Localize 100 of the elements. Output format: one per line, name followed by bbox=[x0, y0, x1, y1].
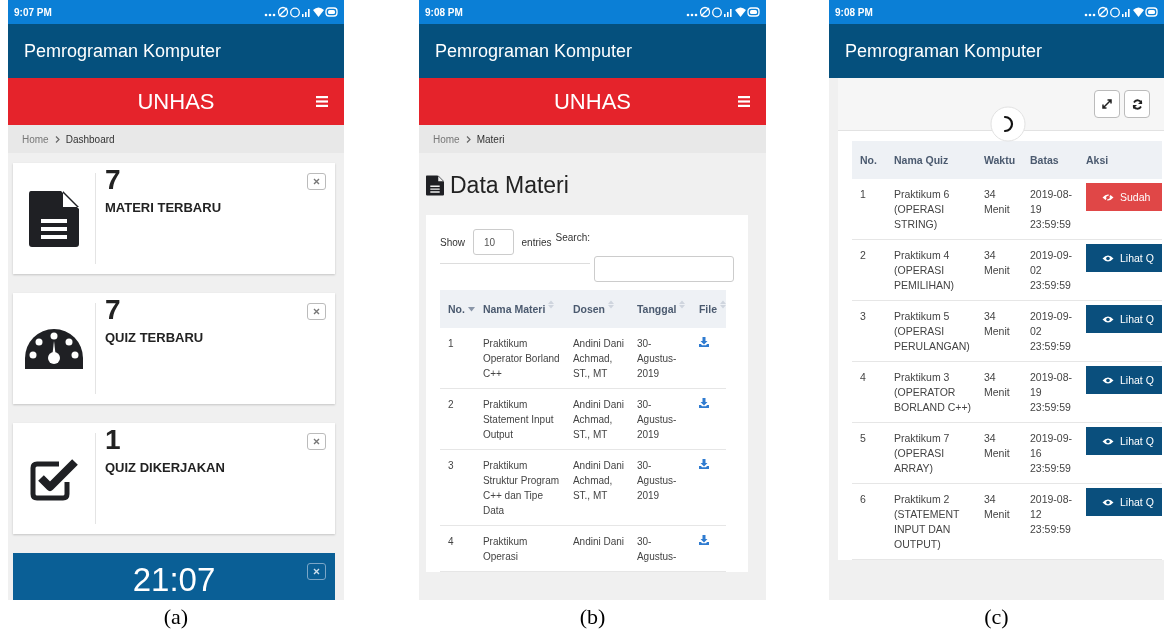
table-cell: 1 bbox=[860, 188, 866, 200]
figure-caption: (b) bbox=[579, 604, 606, 630]
refresh-icon[interactable] bbox=[1131, 98, 1143, 110]
view-quiz-button[interactable]: Lihat Q bbox=[1086, 488, 1162, 516]
close-icon[interactable] bbox=[313, 178, 320, 185]
table-cell: 2019-09-16 23:59:59 bbox=[1030, 432, 1073, 474]
status-time: 9:07 PM bbox=[14, 6, 52, 18]
table-cell: 2019-08-19 23:59:59 bbox=[1030, 371, 1073, 413]
column-header: Batas bbox=[1030, 154, 1059, 166]
expand-button[interactable] bbox=[1094, 90, 1120, 118]
eye-icon[interactable] bbox=[1102, 314, 1114, 324]
column-header[interactable]: Dosen bbox=[572, 303, 605, 315]
table-cell: Praktikum 3 (OPERATOR BORLAND C++) bbox=[894, 371, 972, 413]
table-cell: Praktikum Statement Input Output bbox=[482, 399, 554, 440]
close-button[interactable] bbox=[307, 173, 326, 190]
table-cell: 2 bbox=[860, 249, 866, 261]
table-cell: Andini Dani bbox=[572, 536, 625, 547]
stat-label: QUIZ TERBARU bbox=[105, 329, 204, 345]
status-time: 9:08 PM bbox=[835, 6, 873, 18]
table-cell: Andini Dani Achmad, ST., MT bbox=[572, 399, 625, 440]
column-header: No. bbox=[860, 154, 877, 166]
clock-time: 21:07 bbox=[132, 560, 216, 600]
document-icon bbox=[426, 174, 444, 196]
eye-icon[interactable] bbox=[1102, 436, 1114, 446]
search-label: Search: bbox=[555, 231, 590, 243]
column-header: Nama Quiz bbox=[894, 154, 949, 166]
search-field[interactable] bbox=[594, 256, 734, 282]
download-icon[interactable] bbox=[698, 398, 709, 408]
table-cell: 2019-08-12 23:59:59 bbox=[1030, 493, 1073, 535]
brand-title: UNHAS bbox=[554, 88, 631, 115]
entries-select[interactable]: 10 bbox=[473, 229, 514, 255]
chevron-right-icon bbox=[465, 135, 471, 143]
column-header: Aksi bbox=[1086, 154, 1109, 166]
eye-icon[interactable] bbox=[1102, 497, 1114, 507]
view-quiz-button[interactable]: Lihat Q bbox=[1086, 427, 1162, 455]
table-cell: Andini Dani Achmad, ST., MT bbox=[572, 460, 625, 501]
table-cell: Praktikum 6 (OPERASI STRING) bbox=[894, 188, 950, 230]
refresh-button[interactable] bbox=[1124, 90, 1150, 118]
sort-desc-icon[interactable] bbox=[467, 306, 475, 312]
table-cell: 30-Agustus-2019 bbox=[636, 399, 677, 440]
table-cell: 6 bbox=[860, 493, 866, 505]
gauge-icon bbox=[25, 328, 83, 369]
table-cell: 2019-08-19 23:59:59 bbox=[1030, 188, 1073, 230]
table-cell: 1 bbox=[448, 338, 454, 349]
view-quiz-button[interactable]: Lihat Q bbox=[1086, 366, 1162, 394]
download-icon[interactable] bbox=[698, 535, 709, 545]
stat-count: 7 bbox=[105, 165, 122, 196]
stat-label: MATERI TERBARU bbox=[105, 199, 222, 215]
download-icon[interactable] bbox=[698, 459, 709, 469]
close-button[interactable] bbox=[307, 563, 326, 580]
column-header[interactable]: No. bbox=[448, 303, 465, 315]
table-cell: 4 bbox=[860, 371, 866, 383]
close-button[interactable] bbox=[307, 303, 326, 320]
table-cell: 5 bbox=[860, 432, 866, 444]
menu-icon[interactable] bbox=[316, 96, 328, 107]
table-cell: 2019-09-02 23:59:59 bbox=[1030, 249, 1073, 291]
breadcrumb-current: Dashboard bbox=[65, 133, 115, 145]
breadcrumb-current: Materi bbox=[476, 133, 505, 145]
show-label: Show bbox=[440, 236, 465, 248]
entries-label: entries bbox=[521, 236, 552, 248]
app-title: Pemrograman Komputer bbox=[845, 40, 1043, 62]
table-cell: 34 Menit bbox=[984, 371, 1010, 398]
stat-count: 1 bbox=[105, 425, 122, 456]
column-header: Waktu bbox=[984, 154, 1016, 166]
table-cell: Praktikum 5 (OPERASI PERULANGAN) bbox=[894, 310, 970, 352]
eye-icon[interactable] bbox=[1102, 375, 1114, 385]
table-cell: Praktikum 2 (STATEMENT INPUT DAN OUTPUT) bbox=[894, 493, 960, 550]
stat-count: 7 bbox=[105, 295, 122, 326]
close-button[interactable] bbox=[307, 433, 326, 450]
table-cell: Praktikum Operasi bbox=[482, 536, 528, 562]
table-cell: Praktikum Operator Borland C++ bbox=[482, 338, 560, 379]
table-cell: 34 Menit bbox=[984, 493, 1010, 520]
view-quiz-button[interactable]: Lihat Q bbox=[1086, 244, 1162, 272]
done-button[interactable]: Sudah bbox=[1086, 183, 1162, 211]
eye-slash-icon[interactable] bbox=[1102, 192, 1114, 202]
breadcrumb-link[interactable]: Home bbox=[433, 133, 460, 145]
table-cell: Praktikum 4 (OPERASI PEMILIHAN) bbox=[894, 249, 955, 291]
app-title: Pemrograman Komputer bbox=[24, 40, 222, 62]
document-icon bbox=[29, 190, 79, 247]
table-cell: 30-Agustus- bbox=[636, 536, 677, 562]
chevron-right-icon bbox=[54, 135, 60, 143]
table-cell: 30-Agustus-2019 bbox=[636, 460, 677, 501]
breadcrumb-link[interactable]: Home bbox=[22, 133, 49, 145]
table-cell: 34 Menit bbox=[984, 188, 1010, 215]
column-header[interactable]: File bbox=[698, 303, 717, 315]
table-cell: Andini Dani Achmad, ST., MT bbox=[572, 338, 625, 379]
table-cell: 2 bbox=[448, 399, 454, 410]
figure-caption: (a) bbox=[163, 604, 189, 630]
close-icon[interactable] bbox=[313, 308, 320, 315]
brand-title: UNHAS bbox=[137, 88, 215, 115]
view-quiz-button[interactable]: Lihat Q bbox=[1086, 305, 1162, 333]
expand-icon[interactable] bbox=[1102, 99, 1112, 109]
menu-icon[interactable] bbox=[738, 96, 750, 107]
eye-icon[interactable] bbox=[1102, 253, 1114, 263]
download-icon[interactable] bbox=[698, 337, 709, 347]
page-title: Data Materi bbox=[450, 171, 569, 199]
table-cell: 3 bbox=[448, 460, 454, 471]
table-cell: 34 Menit bbox=[984, 310, 1010, 337]
table-cell: 3 bbox=[860, 310, 866, 322]
close-icon[interactable] bbox=[313, 438, 320, 445]
